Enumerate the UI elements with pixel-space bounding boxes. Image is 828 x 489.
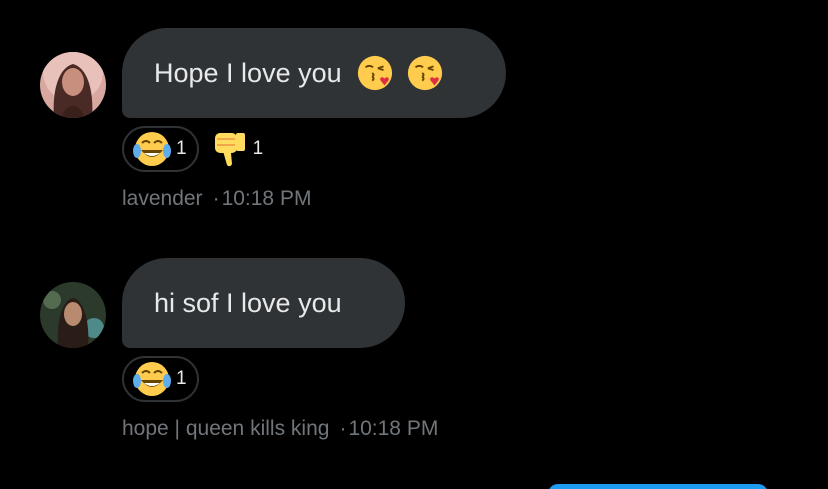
face-blowing-kiss-icon	[357, 55, 392, 91]
dm-conversation: Hope I love you 1 1 lavender ·10:18 PM h…	[0, 0, 828, 489]
avatar[interactable]	[40, 282, 106, 348]
message-meta: lavender ·10:18 PM	[122, 187, 311, 211]
reaction-thumbs-down[interactable]: 1	[205, 126, 268, 172]
face-blowing-kiss-icon	[407, 55, 442, 91]
message-time: 10:18 PM	[221, 187, 312, 210]
avatar-image	[40, 282, 106, 348]
message-bubble[interactable]: hi sof I love you	[122, 258, 405, 348]
reactions-row: 1 1	[122, 126, 267, 172]
meta-separator: ·	[339, 417, 347, 440]
reaction-count: 1	[252, 138, 264, 159]
message-time: 10:18 PM	[348, 417, 439, 440]
avatar[interactable]	[40, 52, 106, 118]
sender-name: hope | queen kills king	[122, 417, 330, 440]
reaction-count: 1	[176, 138, 187, 159]
new-messages-pill[interactable]	[548, 484, 768, 489]
sender-name: lavender	[122, 187, 203, 210]
thumbs-down-icon	[214, 133, 245, 167]
message-text: hi sof I love you	[154, 287, 342, 318]
message-text: Hope I love you	[154, 57, 342, 88]
message-bubble[interactable]: Hope I love you	[122, 28, 506, 118]
reaction-laugh[interactable]: 1	[122, 356, 199, 402]
reactions-row: 1	[122, 356, 205, 402]
face-with-tears-of-joy-icon	[133, 132, 171, 166]
reaction-laugh[interactable]: 1	[122, 126, 199, 172]
avatar-image	[40, 52, 106, 118]
message-meta: hope | queen kills king ·10:18 PM	[122, 417, 438, 441]
reaction-count: 1	[176, 368, 187, 389]
face-with-tears-of-joy-icon	[133, 362, 171, 396]
meta-separator: ·	[212, 187, 220, 210]
